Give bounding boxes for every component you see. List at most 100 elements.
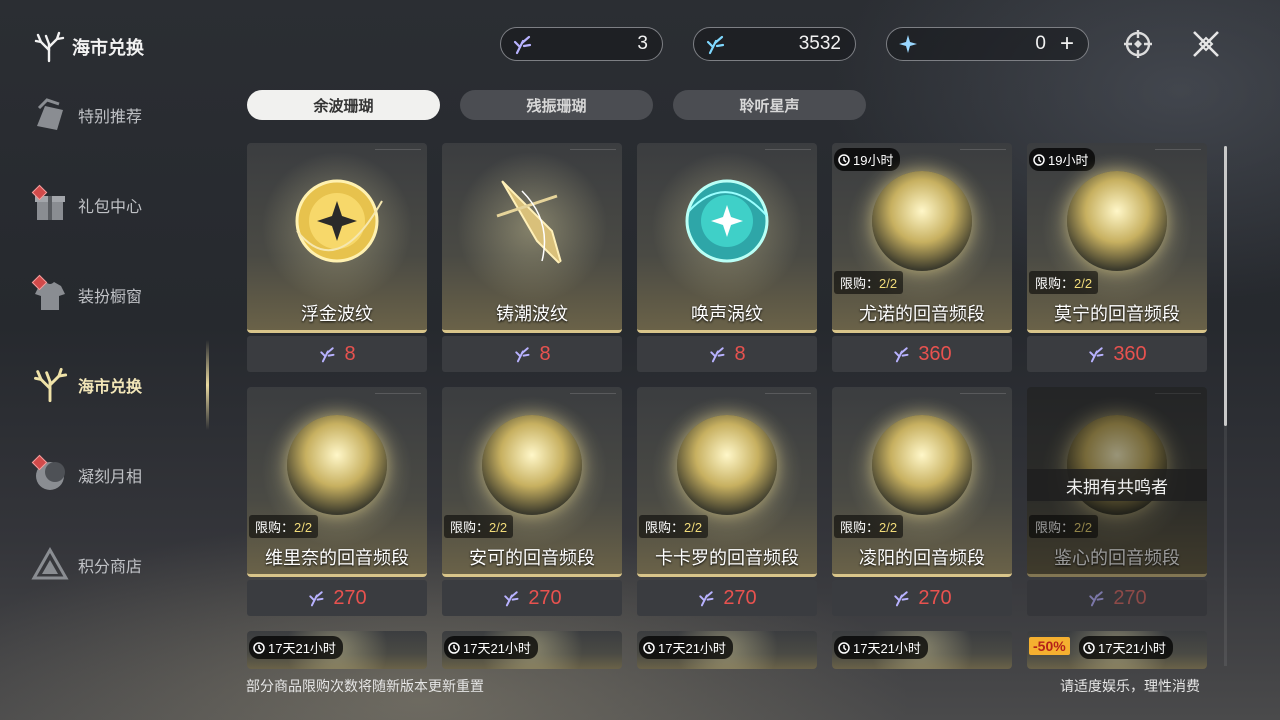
- timer-badge: 17天21小时: [1079, 636, 1173, 659]
- scrollbar-thumb[interactable]: [1224, 146, 1227, 426]
- coral-currency-icon: [320, 347, 335, 363]
- oscillate-coral-icon: [706, 35, 725, 55]
- character-portrait: [482, 415, 582, 515]
- limit-label: 限购：: [255, 520, 295, 535]
- sidebar-item-special[interactable]: 特别推荐: [30, 90, 200, 140]
- clock-icon: [1083, 641, 1095, 654]
- currency-coral: 3: [500, 27, 663, 61]
- shop-item-card[interactable]: 17天21小时: [247, 631, 427, 669]
- limit-value: 2/2: [1074, 276, 1093, 291]
- character-portrait: [1067, 415, 1167, 515]
- gold-orb-icon: [295, 179, 383, 263]
- footer-advisory: 请适度娱乐，理性消费: [1060, 678, 1200, 694]
- purchase-limit: 限购：2/2: [1029, 515, 1099, 538]
- item-name: 卡卡罗的回音频段: [655, 548, 799, 568]
- timer-badge: 17天21小时: [444, 636, 538, 659]
- sidebar-item-points[interactable]: 积分商店: [30, 540, 200, 590]
- timer-text: 17天21小时: [463, 641, 531, 656]
- add-currency-button[interactable]: +: [1060, 32, 1074, 56]
- sidebar-item-label: 积分商店: [78, 559, 143, 576]
- sidebar-item-label: 礼包中心: [78, 199, 143, 216]
- shop-item-card[interactable]: 19小时 限购：2/2 尤诺的回音频段: [832, 143, 1012, 333]
- price-value: 360: [1113, 342, 1147, 365]
- price-tag: 8: [637, 336, 817, 372]
- price-value: 270: [528, 586, 562, 609]
- timer-badge: 17天21小时: [834, 636, 928, 659]
- limit-value: 2/2: [879, 276, 898, 291]
- price-tag: 360: [832, 336, 1012, 372]
- sidebar-item-outfit[interactable]: 装扮橱窗: [30, 270, 200, 320]
- character-portrait: [677, 415, 777, 515]
- purchase-limit: 限购：2/2: [1029, 271, 1099, 294]
- currency-star: 0 +: [886, 27, 1089, 61]
- shop-item-card[interactable]: 限购：2/2 卡卡罗的回音频段: [637, 387, 817, 577]
- shop-item-card[interactable]: -50% 17天21小时: [1027, 631, 1207, 669]
- limit-label: 限购：: [450, 520, 490, 535]
- footer-notice: 部分商品限购次数将随新版本更新重置: [246, 678, 484, 694]
- moon-icon: [30, 454, 70, 495]
- price-tag: 270: [247, 580, 427, 616]
- price-value: 8: [539, 342, 551, 365]
- price-tag: 360: [1027, 336, 1207, 372]
- tab-oscillate-coral[interactable]: 残振珊瑚: [460, 90, 653, 120]
- limit-label: 限购：: [645, 520, 685, 535]
- shop-item-card[interactable]: 17天21小时: [832, 631, 1012, 669]
- clock-icon: [253, 641, 265, 654]
- item-name: 凌阳的回音频段: [859, 548, 985, 568]
- timer-badge: 19小时: [834, 148, 901, 171]
- triangle-icon: [30, 545, 70, 585]
- currency-value: 3532: [798, 33, 841, 54]
- shop-item-card-disabled[interactable]: 限购：2/2 鉴心的回音频段: [1027, 387, 1207, 577]
- limit-label: 限购：: [840, 276, 880, 291]
- shop-item-card[interactable]: 17天21小时: [637, 631, 817, 669]
- sidebar-item-label: 海市兑换: [78, 379, 143, 396]
- teal-orb-icon: [685, 179, 769, 263]
- coral-currency-icon: [513, 35, 532, 55]
- item-name: 浮金波纹: [301, 304, 373, 324]
- item-name: 维里奈的回音频段: [265, 548, 409, 568]
- purchase-limit: 限购：2/2: [639, 515, 709, 538]
- character-portrait: [872, 171, 972, 271]
- shop-item-card[interactable]: 19小时 限购：2/2 莫宁的回音频段: [1027, 143, 1207, 333]
- limit-value: 2/2: [489, 520, 508, 535]
- limit-label: 限购：: [1035, 520, 1075, 535]
- tab-star-sound[interactable]: 聆听星声: [673, 90, 866, 120]
- price-value: 8: [734, 342, 746, 365]
- price-value: 270: [723, 586, 757, 609]
- shop-item-card[interactable]: 唤声涡纹: [637, 143, 817, 333]
- price-value: 270: [1113, 586, 1147, 609]
- crosshair-icon: [1124, 30, 1152, 58]
- coral-icon: [30, 365, 70, 405]
- timer-text: 17天21小时: [1098, 641, 1166, 656]
- shop-item-card[interactable]: 限购：2/2 维里奈的回音频段: [247, 387, 427, 577]
- shop-item-card[interactable]: 限购：2/2 凌阳的回音频段: [832, 387, 1012, 577]
- coral-currency-icon: [1089, 347, 1104, 363]
- limit-value: 2/2: [1074, 520, 1093, 535]
- timer-text: 17天21小时: [853, 641, 921, 656]
- purchase-limit: 限购：2/2: [444, 515, 514, 538]
- limit-label: 限购：: [1035, 276, 1075, 291]
- tab-aftershock-coral[interactable]: 余波珊瑚: [247, 90, 440, 120]
- limit-value: 2/2: [684, 520, 703, 535]
- purchase-limit: 限购：2/2: [249, 515, 319, 538]
- sidebar-item-exchange[interactable]: 海市兑换: [30, 360, 200, 410]
- shop-item-card[interactable]: 17天21小时: [442, 631, 622, 669]
- sidebar-item-moon[interactable]: 凝刻月相: [30, 450, 200, 500]
- shop-item-card[interactable]: 限购：2/2 安可的回音频段: [442, 387, 622, 577]
- character-portrait: [1067, 171, 1167, 271]
- coral-icon: [34, 31, 65, 63]
- item-name: 铸潮波纹: [496, 304, 568, 324]
- price-tag: 270: [637, 580, 817, 616]
- shop-item-card[interactable]: 铸潮波纹: [442, 143, 622, 333]
- sidebar-item-gift[interactable]: 礼包中心: [30, 180, 200, 230]
- shop-item-card[interactable]: 浮金波纹: [247, 143, 427, 333]
- price-tag: 270: [1027, 580, 1207, 616]
- clock-icon: [1033, 153, 1045, 166]
- bag-icon: [30, 95, 70, 135]
- timer-text: 19小时: [853, 153, 894, 168]
- close-button[interactable]: [1186, 24, 1226, 64]
- coral-currency-icon: [894, 591, 909, 607]
- coral-currency-icon: [515, 347, 530, 363]
- item-name: 尤诺的回音频段: [859, 304, 985, 324]
- target-button[interactable]: [1118, 24, 1158, 64]
